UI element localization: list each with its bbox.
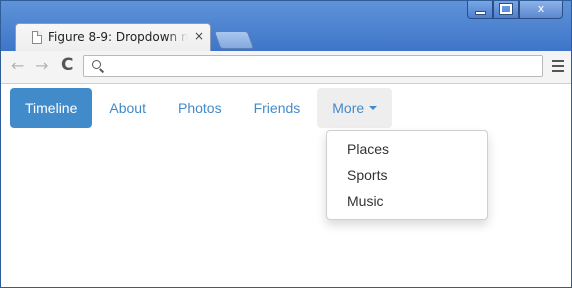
hamburger-menu-icon[interactable] [552,60,564,72]
nav-item-label: Photos [177,100,222,116]
dropdown-item-places[interactable]: Places [327,136,487,162]
tab-close-icon[interactable]: × [194,29,204,43]
nav-pills: Timeline About Photos Friends More [10,88,394,128]
nav-item-label: About [109,100,146,116]
nav-item-about[interactable]: About [94,88,161,128]
page-content: Timeline About Photos Friends More Place… [1,84,571,287]
maximize-icon [499,3,513,15]
nav-item-label: More [332,100,365,116]
arrow-left-icon: ← [11,56,25,75]
tab-title: Figure 8-9: Dropdown menu [48,30,188,44]
browser-tab[interactable]: Figure 8-9: Dropdown menu × [15,23,211,51]
reload-button[interactable]: C [61,55,73,75]
dropdown-menu: Places Sports Music [326,130,488,220]
search-icon [92,60,101,69]
nav-item-more-dropdown-toggle[interactable]: More [317,88,393,128]
dropdown-item-music[interactable]: Music [327,188,487,214]
forward-button[interactable]: → [35,57,48,75]
caret-down-icon [369,106,378,111]
title-bar: Figure 8-9: Dropdown menu × x [1,1,571,51]
browser-window: Figure 8-9: Dropdown menu × x ← → C [0,0,572,288]
nav-item-label: Friends [253,100,301,116]
new-tab-button[interactable] [213,31,255,49]
reload-icon: C [61,55,74,75]
browser-toolbar: ← → C [1,51,571,84]
nav-item-friends[interactable]: Friends [239,88,316,128]
window-controls: x [467,1,563,21]
close-icon: x [537,2,545,15]
minimize-icon [474,11,486,15]
nav-item-photos[interactable]: Photos [163,88,237,128]
window-close-button[interactable]: x [519,1,563,19]
nav-item-label: Timeline [25,100,78,116]
arrow-right-icon: → [35,56,49,75]
page-icon [32,31,42,44]
maximize-button[interactable] [493,1,519,19]
back-button[interactable]: ← [11,57,24,75]
address-bar[interactable] [83,55,543,77]
nav-item-timeline[interactable]: Timeline [10,88,93,128]
minimize-button[interactable] [467,1,493,19]
dropdown-item-sports[interactable]: Sports [327,162,487,188]
